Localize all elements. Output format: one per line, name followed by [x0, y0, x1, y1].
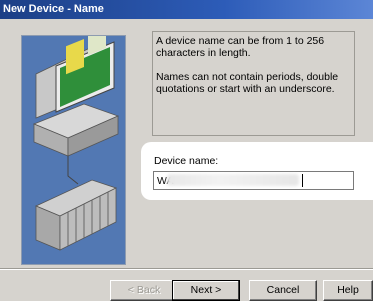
cancel-button[interactable]: Cancel	[249, 280, 317, 301]
naming-rules-info: A device name can be from 1 to 256 chara…	[152, 31, 355, 136]
device-name-label: Device name:	[154, 155, 219, 167]
title-bar: New Device - Name	[0, 0, 373, 19]
button-separator	[0, 268, 373, 270]
redacted-text-blur	[167, 174, 299, 186]
info-restrictions-text: Names can not contain periods, double qu…	[156, 71, 339, 95]
back-button[interactable]: < Back	[110, 280, 178, 301]
computer-hardware-icon	[32, 22, 120, 251]
info-length-text: A device name can be from 1 to 256 chara…	[156, 35, 325, 59]
text-caret	[302, 174, 303, 187]
wizard-illustration	[21, 22, 126, 265]
next-button[interactable]: Next >	[172, 280, 240, 301]
help-button[interactable]: Help	[323, 280, 373, 301]
window-title: New Device - Name	[3, 3, 104, 15]
